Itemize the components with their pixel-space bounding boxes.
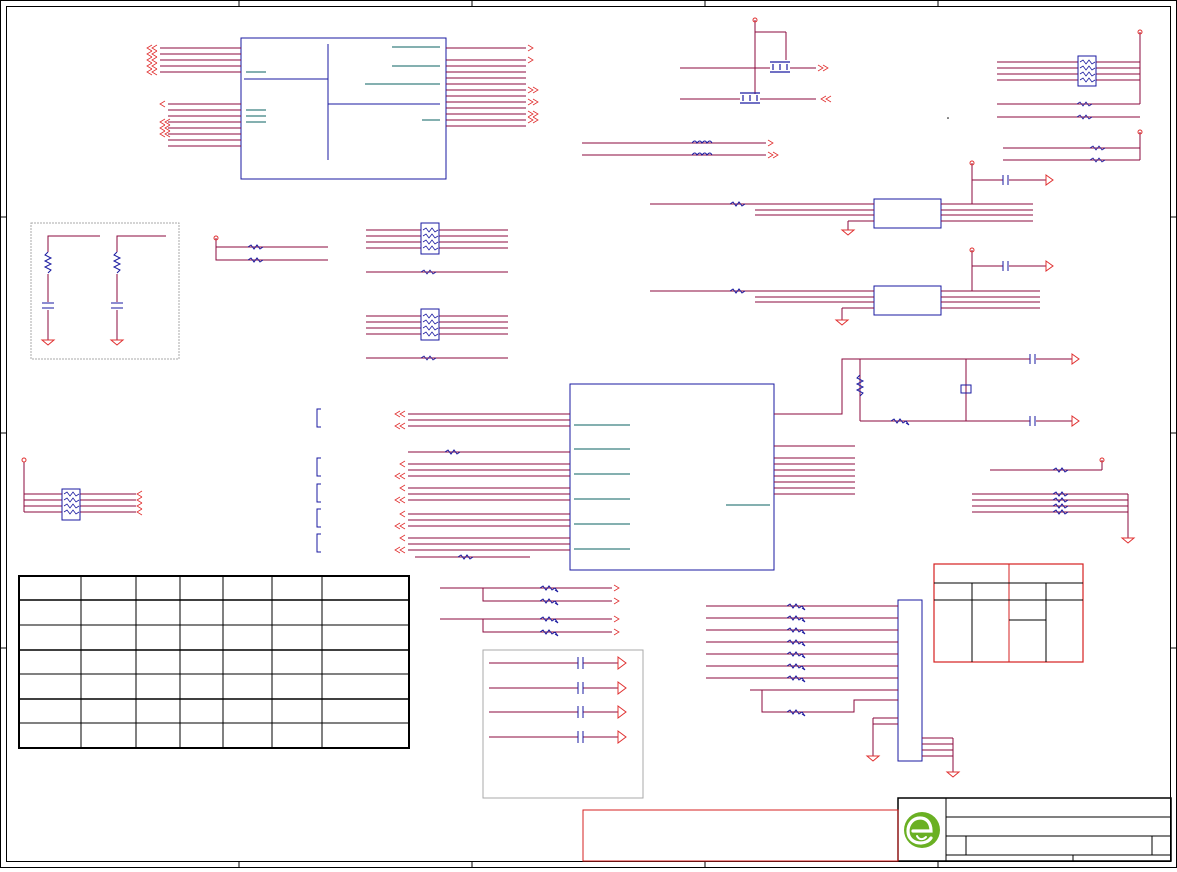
regulator-block-1 — [650, 160, 1054, 236]
mosfet-q1-icon — [770, 61, 790, 73]
mosfet-q2-icon — [740, 92, 760, 104]
company-logo-e-icon — [904, 812, 940, 848]
u2-right-nets — [774, 358, 1072, 495]
regulator-block-2 — [650, 247, 1054, 326]
resistor-array-rn2 — [366, 222, 508, 275]
stray-marker — [947, 117, 949, 119]
ic-u2-main-controller — [569, 383, 775, 571]
connector-j1 — [706, 599, 961, 778]
u1-right-nets — [446, 47, 526, 127]
left-resistor-array-rn4 — [21, 457, 143, 521]
resistor-pair-r-mid-left — [213, 235, 328, 263]
revision-note-box — [582, 809, 899, 862]
gnd-arrows-osc — [1071, 353, 1080, 427]
schematic-sheet — [0, 0, 1177, 868]
u1-left-nets — [160, 47, 241, 147]
ic-u1-block — [240, 37, 447, 180]
mosfet-switch-circuit — [680, 17, 832, 104]
rc-filter-box — [30, 222, 180, 360]
decoupling-cap-box — [482, 649, 644, 799]
u2-bracket-marks — [316, 408, 321, 553]
u2-left-nets — [408, 413, 570, 558]
resistor-array-rn3 — [366, 308, 508, 361]
u2-resistors — [444, 449, 474, 560]
top-right-resistor-network — [997, 29, 1143, 163]
right-pullup-resistors — [972, 457, 1136, 544]
bottom-center-resistors — [440, 584, 620, 637]
pin-assignment-table — [18, 575, 410, 749]
crystal-oscillator-circuit — [855, 354, 1036, 426]
connector-pinout-table — [933, 563, 1084, 663]
u1-left-net-arrows — [146, 44, 171, 138]
ferrite-bead-pair — [582, 139, 779, 159]
drawing-frame — [0, 0, 1177, 868]
u1-right-net-arrows — [527, 44, 539, 124]
u2-left-arrows — [394, 410, 406, 554]
